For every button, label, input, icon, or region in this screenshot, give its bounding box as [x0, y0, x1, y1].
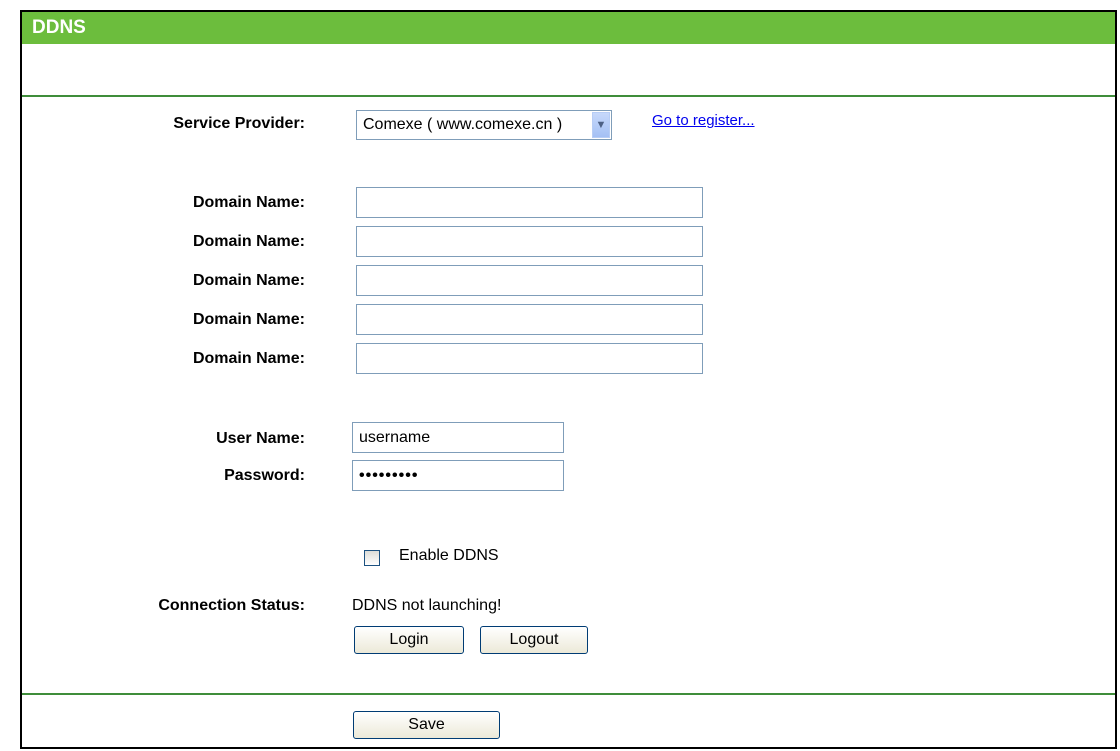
top-divider	[22, 95, 1115, 97]
domain-name-input-2[interactable]	[356, 226, 703, 257]
page-title: DDNS	[22, 12, 1115, 44]
service-provider-label: Service Provider:	[173, 115, 305, 132]
username-label: User Name:	[216, 430, 305, 447]
domain-name-label-3: Domain Name:	[192, 272, 305, 289]
service-provider-select[interactable]: Comexe ( www.comexe.cn ) ▼	[356, 110, 612, 140]
username-input[interactable]	[352, 422, 564, 453]
connection-status-value: DDNS not launching!	[352, 597, 502, 614]
login-button[interactable]: Login	[354, 626, 464, 654]
domain-name-input-3[interactable]	[356, 265, 703, 296]
domain-name-label-1: Domain Name:	[192, 194, 305, 211]
save-button[interactable]: Save	[353, 711, 500, 739]
enable-ddns-label: Enable DDNS	[399, 547, 499, 564]
go-to-register-link[interactable]: Go to register...	[652, 112, 755, 129]
logout-button[interactable]: Logout	[480, 626, 588, 654]
connection-status-label: Connection Status:	[158, 597, 305, 614]
ddns-panel: DDNS Service Provider: Comexe ( www.come…	[20, 10, 1117, 749]
bottom-divider	[22, 693, 1115, 695]
password-label: Password:	[224, 467, 305, 484]
domain-name-label-2: Domain Name:	[192, 233, 305, 250]
enable-ddns-checkbox[interactable]	[364, 550, 380, 566]
domain-name-input-5[interactable]	[356, 343, 703, 374]
service-provider-value: Comexe ( www.comexe.cn )	[363, 116, 563, 133]
chevron-down-icon[interactable]: ▼	[592, 112, 610, 138]
password-input[interactable]	[352, 460, 564, 491]
domain-name-input-1[interactable]	[356, 187, 703, 218]
domain-name-label-5: Domain Name:	[192, 350, 305, 367]
domain-name-input-4[interactable]	[356, 304, 703, 335]
domain-name-label-4: Domain Name:	[192, 311, 305, 328]
